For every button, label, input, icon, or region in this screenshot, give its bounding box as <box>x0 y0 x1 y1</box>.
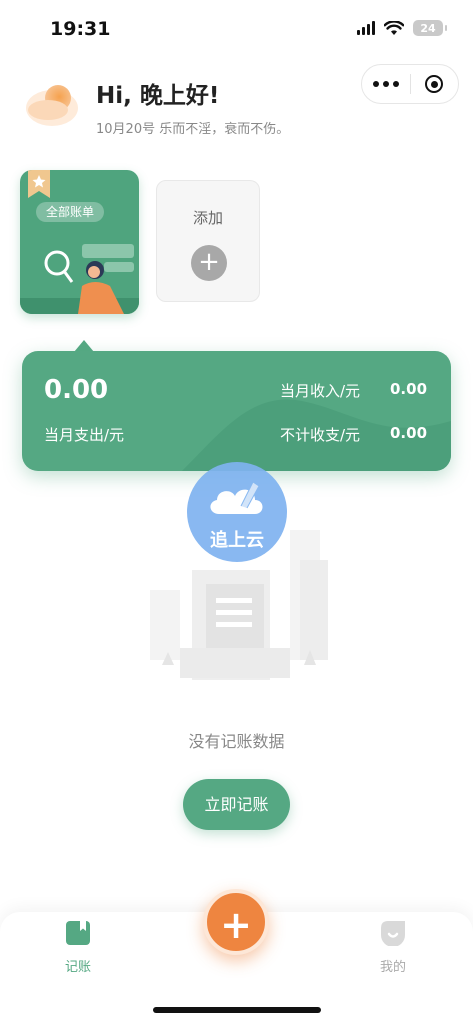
greeting-subtitle: 10月20号 乐而不淫，衰而不伤。 <box>96 118 289 137</box>
status-icons: 24 <box>357 20 447 36</box>
tab-mine[interactable]: 我的 <box>353 920 433 975</box>
tab-label-mine: 我的 <box>379 960 406 975</box>
greeting-title: Hi, 晚上好! <box>96 83 220 109</box>
income-value: 0.00 <box>390 380 428 398</box>
book-card-all[interactable]: 全部账单 <box>20 170 139 314</box>
empty-message: 没有记账数据 <box>188 732 285 751</box>
book-illustration <box>20 244 139 314</box>
bookmark-star-icon <box>28 170 50 198</box>
wifi-icon <box>384 20 404 35</box>
excluded-value: 0.00 <box>390 424 428 442</box>
add-book-label: 添加 <box>192 209 223 227</box>
close-button[interactable] <box>411 65 459 103</box>
balance-value: 0.00 <box>44 375 109 405</box>
status-time: 19:31 <box>50 18 111 40</box>
tab-label-bookkeeping: 记账 <box>64 960 91 975</box>
income-label: 当月收入/元 <box>280 382 361 400</box>
tab-bookkeeping[interactable]: 记账 <box>38 920 118 975</box>
record-now-button[interactable]: 立即记账 <box>183 779 290 830</box>
plus-icon: + <box>191 245 227 281</box>
target-icon <box>425 75 444 93</box>
add-record-fab[interactable]: + <box>203 889 269 955</box>
capsule-menu <box>361 64 459 104</box>
watermark-logo: 追上云 <box>187 462 287 562</box>
book-card-label: 全部账单 <box>36 202 105 222</box>
more-button[interactable] <box>362 65 410 103</box>
more-icon <box>372 81 399 87</box>
profile-icon <box>381 921 405 947</box>
watermark-text: 追上云 <box>210 530 264 551</box>
battery-icon: 24 <box>413 20 447 36</box>
date-text: 10月20号 <box>96 122 156 137</box>
home-indicator <box>153 1007 321 1013</box>
moon-icon <box>26 85 78 126</box>
book-icon <box>66 921 90 945</box>
add-book-card[interactable]: 添加 + <box>156 180 260 302</box>
expense-label: 当月支出/元 <box>44 426 125 444</box>
monthly-summary-card: 0.00 当月收入/元 0.00 当月支出/元 不计收支/元 0.00 <box>22 351 451 471</box>
plus-icon: + <box>220 903 252 947</box>
summary-wave-decoration <box>182 399 451 471</box>
signal-icon <box>357 21 375 35</box>
quote-text: 乐而不淫，衰而不伤。 <box>159 122 290 137</box>
cloud-icon <box>210 481 263 514</box>
excluded-label: 不计收支/元 <box>280 426 361 444</box>
